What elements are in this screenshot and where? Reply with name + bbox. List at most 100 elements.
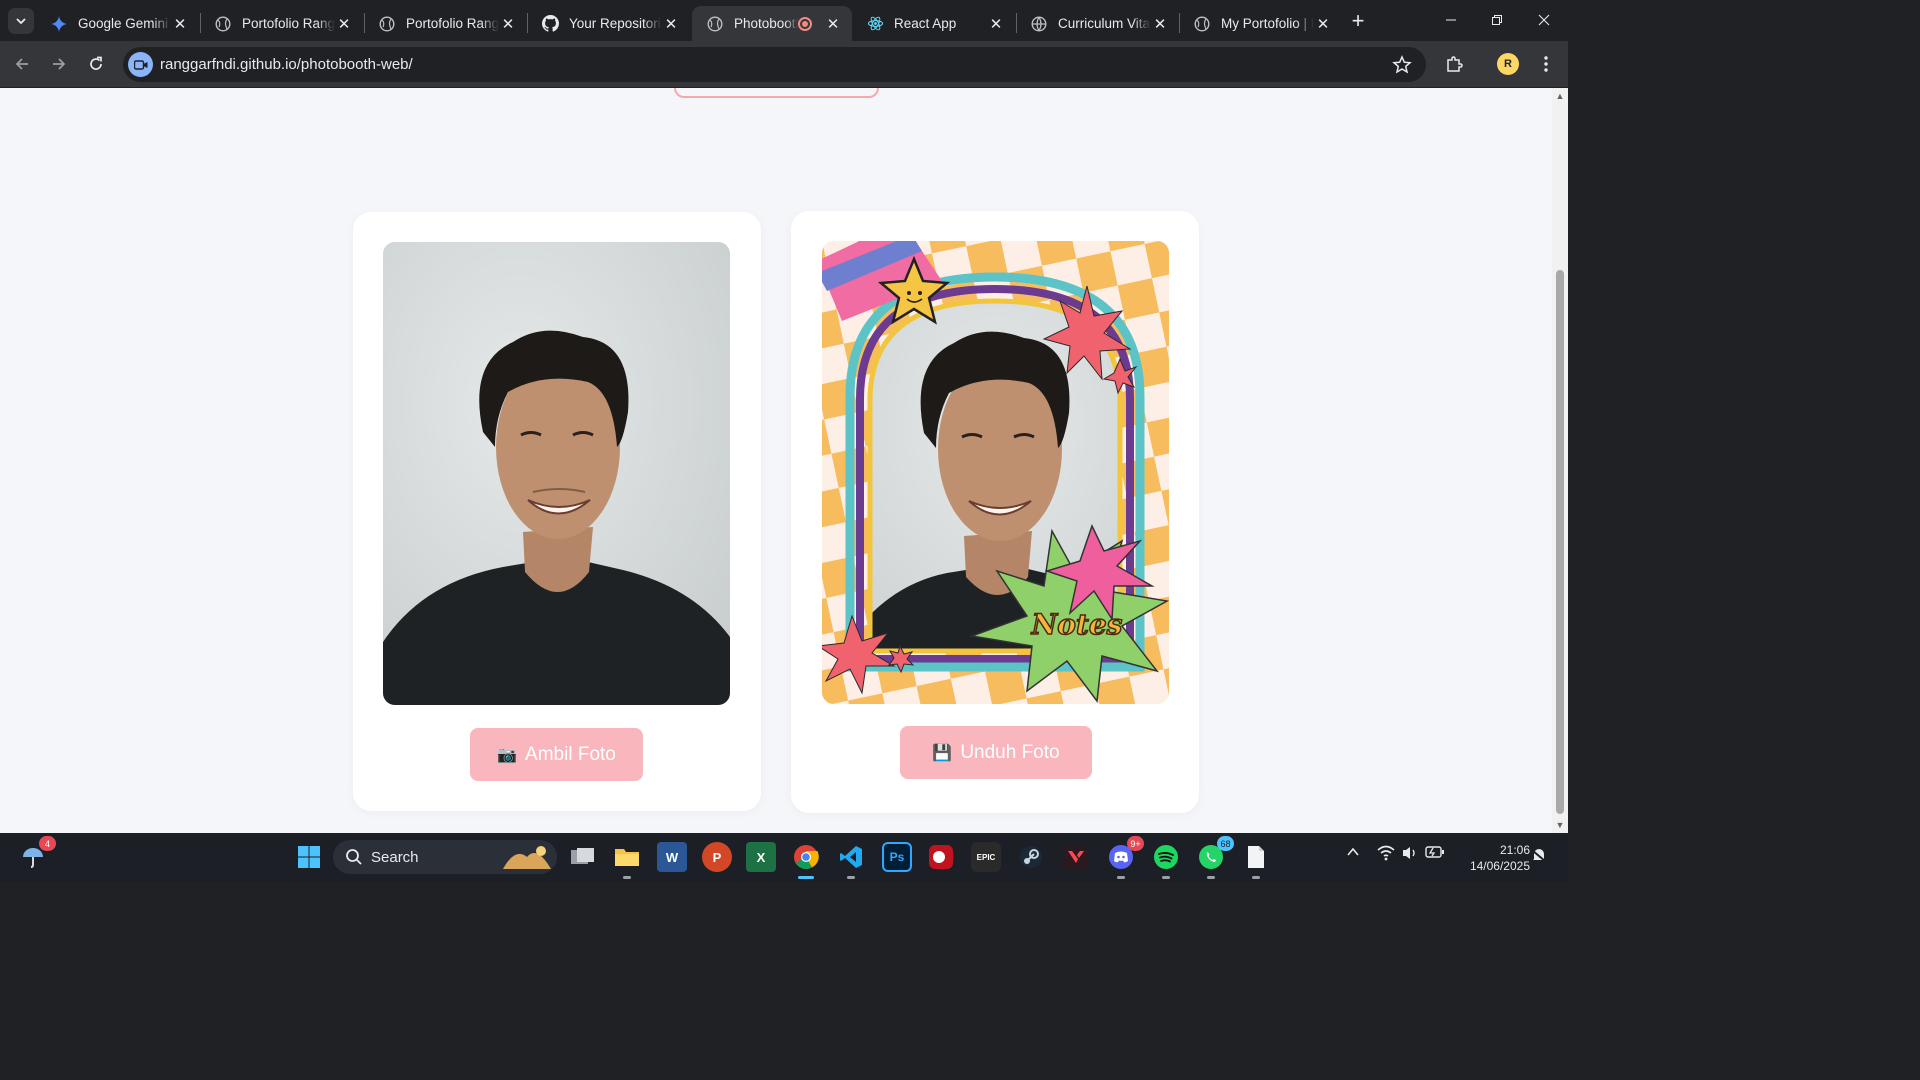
notifications-icon[interactable] (1531, 847, 1547, 866)
task-view-icon (571, 848, 594, 864)
file-icon (1248, 846, 1264, 868)
partially-visible-button[interactable] (674, 88, 879, 98)
whatsapp-badge: 68 (1217, 836, 1234, 851)
camera-preview (383, 242, 730, 705)
weather-widget[interactable]: 4 (18, 836, 56, 872)
running-indicator (1117, 876, 1125, 879)
reload-button[interactable] (82, 50, 110, 78)
volume-icon[interactable] (1401, 845, 1419, 864)
word-app[interactable]: W (657, 842, 687, 872)
camera-permission-icon[interactable] (128, 52, 153, 77)
weather-badge: 4 (39, 836, 56, 851)
tab-title: Photobooth (734, 16, 798, 31)
close-icon (1538, 14, 1550, 26)
framed-photo: Notes (822, 241, 1169, 704)
tab-react-app[interactable]: React App ✕ (852, 6, 1015, 41)
tab-google-gemini[interactable]: Google Gemini ✕ (36, 6, 199, 41)
battery-icon[interactable] (1425, 845, 1445, 862)
tab-portofolio-rangga-2[interactable]: Portofolio Rangga ✕ (364, 6, 527, 41)
page-scrollbar[interactable]: ▲ ▼ (1552, 88, 1568, 833)
url-text: ranggarfndi.github.io/photobooth-web/ (160, 56, 413, 73)
steam-icon (1020, 846, 1042, 868)
scroll-down-arrow-icon[interactable]: ▼ (1555, 820, 1565, 830)
browser-toolbar: ranggarfndi.github.io/photobooth-web/ R (0, 41, 1568, 88)
reload-icon (90, 56, 102, 70)
download-photo-button[interactable]: 💾 Unduh Foto (900, 726, 1092, 779)
tab-close-icon[interactable]: ✕ (987, 15, 1005, 33)
tab-close-icon[interactable]: ✕ (824, 15, 842, 33)
restore-button[interactable] (1474, 0, 1520, 40)
steam-app[interactable] (1016, 842, 1046, 872)
tab-close-icon[interactable]: ✕ (499, 15, 517, 33)
puzzle-icon (1447, 56, 1463, 72)
globe-icon (706, 15, 724, 33)
photoshop-app[interactable]: Ps (882, 842, 912, 872)
camera-card: 📷 Ambil Foto (353, 212, 761, 811)
system-clock[interactable]: 21:06 14/06/2025 (1452, 842, 1530, 874)
tab-close-icon[interactable]: ✕ (662, 15, 680, 33)
minimize-button[interactable] (1428, 0, 1474, 40)
file-explorer-app[interactable] (612, 842, 642, 879)
tab-curriculum-vitae[interactable]: Curriculum Vitae ✕ (1016, 6, 1179, 41)
wifi-icon[interactable] (1377, 845, 1395, 864)
tab-portofolio-rangga-1[interactable]: Portofolio Rangga ✕ (200, 6, 363, 41)
running-indicator (623, 876, 631, 879)
running-indicator (1162, 876, 1170, 879)
start-button[interactable] (294, 842, 324, 872)
tab-close-icon[interactable]: ✕ (335, 15, 353, 33)
clock-time: 21:06 (1499, 843, 1530, 857)
tab-search-button[interactable] (8, 8, 34, 34)
taskbar-search[interactable]: Search (333, 840, 557, 874)
search-label: Search (371, 848, 419, 866)
chrome-app[interactable] (791, 842, 821, 879)
tab-my-portofolio[interactable]: My Portofolio | R ✕ (1179, 6, 1342, 41)
globe-icon (378, 15, 396, 33)
tab-title: Portofolio Rangga (406, 16, 499, 31)
profile-avatar[interactable]: R (1497, 53, 1519, 75)
whatsapp-app[interactable]: 68 (1196, 836, 1234, 879)
arrow-left-icon (15, 58, 28, 70)
folder-icon (615, 849, 639, 866)
browser-menu-button[interactable] (1533, 51, 1559, 77)
tab-title: React App (894, 16, 957, 31)
globe-icon (1193, 15, 1211, 33)
valorant-app[interactable] (1061, 842, 1091, 872)
new-tab-button[interactable]: + (1346, 8, 1370, 33)
globe-icon (214, 15, 232, 33)
notepad-app[interactable] (1241, 842, 1271, 879)
tab-close-icon[interactable]: ✕ (171, 15, 189, 33)
scrollbar-thumb[interactable] (1556, 270, 1564, 814)
running-indicator (847, 876, 855, 879)
powerpoint-app[interactable]: P (702, 842, 732, 872)
back-button[interactable] (8, 50, 36, 78)
tab-close-icon[interactable]: ✕ (1151, 15, 1169, 33)
red-app[interactable] (926, 842, 956, 872)
extensions-button[interactable] (1441, 51, 1467, 77)
tab-strip: Google Gemini ✕ Portofolio Rangga ✕ Port… (0, 0, 1568, 41)
epic-games-app[interactable]: EPIC (971, 842, 1001, 872)
take-photo-button[interactable]: 📷 Ambil Foto (470, 728, 643, 781)
task-view-button[interactable] (568, 842, 598, 872)
tab-photobooth[interactable]: Photobooth ✕ (692, 6, 852, 41)
forward-button[interactable] (45, 50, 73, 78)
discord-badge: 9+ (1127, 836, 1144, 851)
show-hidden-icons-button[interactable] (1346, 845, 1360, 862)
minimize-icon (1446, 19, 1456, 21)
camera-icon: 📷 (497, 746, 518, 764)
discord-app[interactable]: 9+ (1106, 836, 1144, 879)
close-window-button[interactable] (1521, 0, 1567, 40)
tab-your-repositories[interactable]: Your Repositories ✕ (527, 6, 690, 41)
tab-close-icon[interactable]: ✕ (1314, 15, 1332, 33)
more-vert-icon (1544, 56, 1548, 72)
address-bar[interactable]: ranggarfndi.github.io/photobooth-web/ (123, 47, 1426, 82)
tab-title: Portofolio Rangga (242, 16, 335, 31)
vscode-app[interactable] (836, 842, 866, 879)
person-photo (383, 242, 730, 705)
bookmark-star-icon[interactable] (1392, 55, 1412, 75)
download-photo-label: Unduh Foto (960, 741, 1060, 763)
excel-app[interactable]: X (746, 842, 776, 872)
globe-icon (1030, 15, 1048, 33)
page-viewport: 📷 Ambil Foto Notes 💾 Unduh Foto (0, 88, 1552, 833)
scroll-up-arrow-icon[interactable]: ▲ (1555, 91, 1565, 101)
spotify-app[interactable] (1151, 842, 1181, 879)
